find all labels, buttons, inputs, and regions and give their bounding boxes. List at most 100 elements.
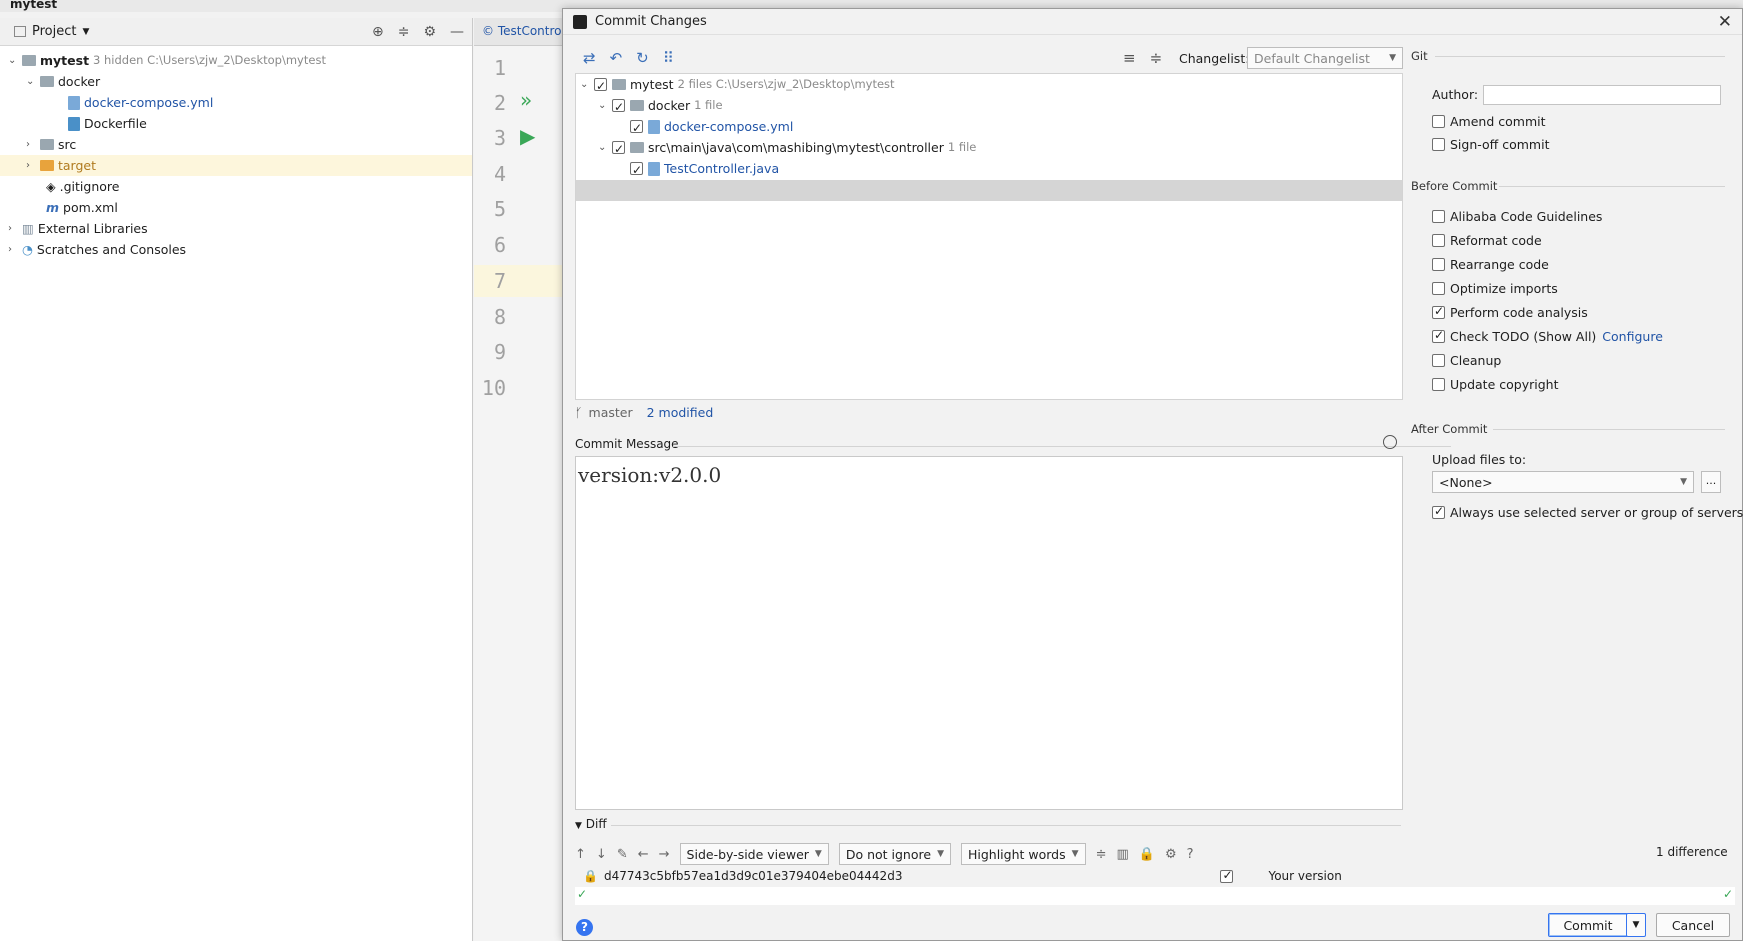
editor-tab-testcontroller[interactable]: © TestContro (474, 18, 564, 46)
option-check-todo[interactable]: Check TODO (Show All)Configure (1432, 328, 1663, 344)
sync-scroll-icon[interactable]: ≑ (1096, 847, 1107, 862)
chevron-right-icon[interactable]: › (8, 239, 22, 260)
include-checkbox[interactable] (612, 139, 625, 160)
forward-icon[interactable]: → (659, 847, 670, 862)
include-checkbox[interactable] (1220, 868, 1234, 883)
gear-icon[interactable]: ⚙ (1165, 847, 1177, 862)
checkbox[interactable] (1432, 304, 1445, 319)
help-icon[interactable]: ? (1187, 847, 1194, 862)
browse-button[interactable]: ... (1701, 471, 1721, 493)
tree-item-docker[interactable]: ⌄ docker (26, 71, 100, 92)
edit-icon[interactable]: ✎ (617, 847, 628, 862)
chevron-down-icon[interactable]: ⌄ (580, 74, 594, 95)
checkbox[interactable] (1432, 234, 1445, 247)
change-item-controller-dir[interactable]: ⌄ src\main\java\com\mashibing\mytest\con… (598, 137, 976, 160)
chevron-right-icon[interactable]: › (8, 218, 22, 239)
history-icon[interactable] (1383, 435, 1397, 449)
collapse-all-icon[interactable]: ≑ (398, 24, 410, 40)
gear-icon[interactable]: ⚙ (423, 24, 436, 40)
upload-target-select[interactable]: <None> ▼ (1432, 471, 1694, 493)
tree-item-docker-compose[interactable]: docker-compose.yml (68, 92, 213, 113)
changes-toolbar: ⇄ ↶ ↻ ⠿ (583, 49, 674, 67)
chevron-down-icon[interactable]: ⌄ (26, 71, 40, 92)
signoff-commit-option[interactable]: Sign-off commit (1432, 137, 1550, 152)
include-checkbox[interactable] (630, 160, 643, 181)
commit-options-button[interactable]: ▼ (1626, 913, 1646, 937)
checkbox[interactable] (1432, 378, 1445, 391)
tree-item-src[interactable]: › src (26, 134, 76, 155)
tree-item-external-libraries[interactable]: › ▥ External Libraries (8, 218, 148, 239)
project-view-icon (14, 26, 26, 37)
checkbox[interactable] (1432, 282, 1445, 295)
back-icon[interactable]: ← (638, 847, 649, 862)
change-item-mytest[interactable]: ⌄ mytest 2 files C:\Users\zjw_2\Desktop\… (580, 74, 895, 97)
diff-preview[interactable]: ✓ ✓ (575, 887, 1735, 905)
show-diff-icon[interactable]: ⇄ (583, 49, 596, 67)
refresh-icon[interactable]: ↻ (636, 49, 649, 67)
chevron-down-icon[interactable]: ⌄ (598, 137, 612, 158)
option-update-copyright[interactable]: Update copyright (1432, 377, 1558, 392)
rollback-icon[interactable]: ↶ (610, 49, 623, 67)
configure-link[interactable]: Configure (1602, 329, 1663, 344)
change-item-testcontroller[interactable]: TestController.java (630, 158, 779, 181)
checkbox[interactable] (1432, 328, 1445, 343)
run-icon[interactable]: ▶ (520, 124, 535, 148)
tree-item-scratches[interactable]: › ◔ Scratches and Consoles (8, 239, 186, 260)
chevron-right-icon[interactable]: › (26, 155, 40, 176)
help-icon[interactable]: ? (576, 919, 593, 936)
tree-item-dockerfile[interactable]: Dockerfile (68, 113, 147, 134)
include-checkbox[interactable] (612, 97, 625, 118)
checkbox[interactable] (1432, 210, 1445, 223)
change-item-docker-compose[interactable]: docker-compose.yml (630, 116, 793, 139)
tree-item-pom[interactable]: m pom.xml (46, 197, 118, 218)
group-by-icon[interactable]: ⠿ (663, 49, 674, 67)
project-view-label[interactable]: Project (32, 24, 76, 39)
lock-icon[interactable]: 🔒 (1139, 847, 1155, 862)
include-checkbox[interactable] (594, 76, 607, 97)
option-cleanup[interactable]: Cleanup (1432, 353, 1501, 368)
option-alibaba-guidelines[interactable]: Alibaba Code Guidelines (1432, 209, 1602, 224)
line-number: 10 (481, 376, 506, 400)
modified-count-link[interactable]: 2 modified (647, 405, 714, 420)
viewer-select[interactable]: Side-by-side viewer ▼ (679, 843, 829, 865)
prev-diff-icon[interactable]: ↑ (575, 847, 586, 862)
tree-item-mytest[interactable]: ⌄ mytest 3 hidden C:\Users\zjw_2\Desktop… (8, 50, 326, 71)
option-optimize-imports[interactable]: Optimize imports (1432, 281, 1558, 296)
run-all-icon[interactable]: » (520, 88, 532, 112)
next-diff-icon[interactable]: ↓ (596, 847, 607, 862)
changelist-select[interactable]: Default Changelist ▼ (1247, 47, 1403, 69)
include-checkbox[interactable] (630, 118, 643, 139)
always-use-server-option[interactable]: Always use selected server or group of s… (1432, 504, 1743, 520)
option-reformat-code[interactable]: Reformat code (1432, 233, 1542, 248)
amend-checkbox[interactable] (1432, 115, 1445, 128)
chevron-down-icon[interactable]: ⌄ (598, 95, 612, 116)
locate-icon[interactable]: ⊕ (372, 24, 384, 40)
chevron-down-icon[interactable]: ▼ (82, 27, 89, 37)
expand-all-icon[interactable]: ≡ (1123, 49, 1136, 67)
chevron-down-icon[interactable]: ⌄ (8, 50, 22, 71)
change-item-docker[interactable]: ⌄ docker 1 file (598, 95, 723, 118)
option-rearrange-code[interactable]: Rearrange code (1432, 257, 1549, 272)
project-panel-header[interactable]: Project ▼ ⊕ ≑ ⚙ — (0, 18, 472, 46)
checkbox[interactable] (1432, 504, 1445, 519)
hide-icon[interactable]: — (450, 24, 464, 40)
ignore-select[interactable]: Do not ignore ▼ (838, 843, 951, 865)
checkbox[interactable] (1432, 258, 1445, 271)
commit-button[interactable]: Commit (1548, 913, 1628, 937)
cancel-button[interactable]: Cancel (1656, 913, 1730, 937)
commit-message-input[interactable]: version:v2.0.0 (575, 456, 1403, 810)
tree-item-gitignore[interactable]: ◈ .gitignore (46, 176, 119, 197)
amend-commit-option[interactable]: Amend commit (1432, 114, 1546, 129)
author-input[interactable] (1483, 85, 1721, 105)
columns-icon[interactable]: ▥ (1116, 847, 1128, 862)
collapse-all-icon[interactable]: ≑ (1150, 49, 1163, 67)
close-icon[interactable]: ✕ (1718, 12, 1732, 32)
tree-item-target[interactable]: › target (0, 155, 472, 176)
chevron-right-icon[interactable]: › (26, 134, 40, 155)
checkbox[interactable] (1432, 354, 1445, 367)
option-perform-code-analysis[interactable]: Perform code analysis (1432, 304, 1588, 320)
signoff-checkbox[interactable] (1432, 138, 1445, 151)
diff-section-toggle[interactable]: ▼ Diff (575, 817, 607, 831)
folder-icon (40, 139, 54, 150)
highlight-select[interactable]: Highlight words ▼ (960, 843, 1086, 865)
